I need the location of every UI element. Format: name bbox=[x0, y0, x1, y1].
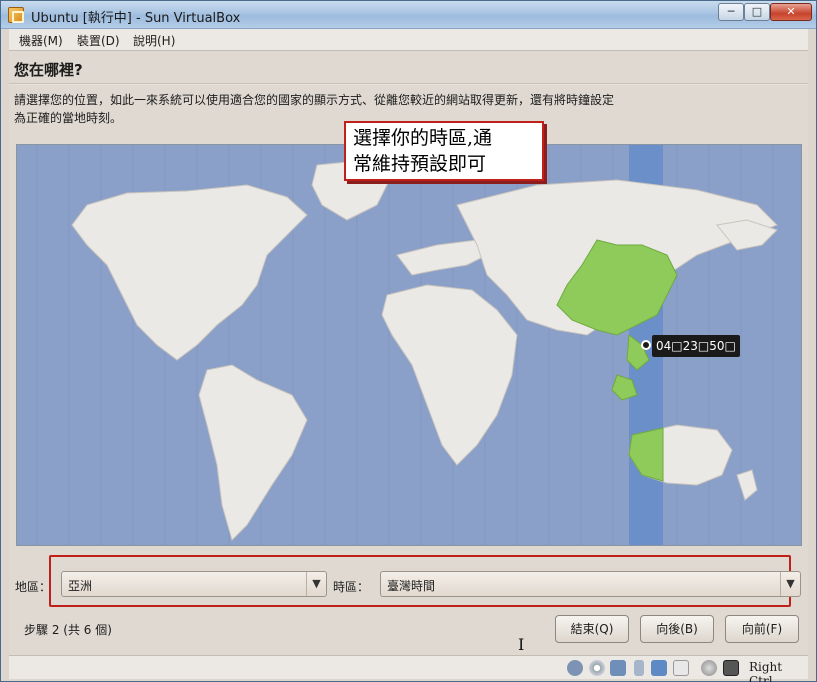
region-label: 地區： bbox=[15, 580, 52, 594]
forward-button[interactable]: 向前(F) bbox=[725, 615, 799, 643]
callout-line-1: 選擇你的時區,通 bbox=[353, 127, 493, 149]
window-title: Ubuntu [執行中] - Sun VirtualBox bbox=[31, 11, 241, 26]
cdrom-icon[interactable] bbox=[589, 660, 605, 676]
page-title: 您在哪裡? bbox=[14, 61, 83, 79]
usb-icon[interactable] bbox=[634, 660, 644, 676]
menu-devices[interactable]: 裝置(D) bbox=[77, 32, 120, 49]
display-icon[interactable] bbox=[673, 660, 689, 676]
minimize-button[interactable]: ─ bbox=[718, 3, 744, 21]
mouse-capture-icon[interactable] bbox=[701, 660, 717, 676]
timezone-value: 臺灣時間 bbox=[387, 579, 436, 593]
chevron-down-icon[interactable]: ▼ bbox=[780, 572, 800, 596]
virtualbox-window: Ubuntu [執行中] - Sun VirtualBox ─ □ ✕ 機器(M… bbox=[0, 0, 817, 682]
host-key-label: Right Ctrl bbox=[749, 660, 783, 682]
shared-folder-icon[interactable] bbox=[651, 660, 667, 676]
menu-help[interactable]: 說明(H) bbox=[133, 32, 175, 49]
timezone-label: 時區： bbox=[333, 580, 370, 594]
quit-button[interactable]: 結束(Q) bbox=[555, 615, 629, 643]
menu-bar: 機器(M) 裝置(D) 說明(H) bbox=[9, 29, 808, 51]
annotation-callout: 選擇你的時區,通 常維持預設即可 bbox=[344, 121, 544, 181]
text-cursor-icon: I bbox=[518, 635, 525, 654]
chevron-down-icon[interactable]: ▼ bbox=[306, 572, 326, 596]
harddisk-icon[interactable] bbox=[567, 660, 583, 676]
local-time-tooltip: 04□23□50□ bbox=[652, 335, 740, 357]
back-button[interactable]: 向後(B) bbox=[640, 615, 714, 643]
installer-page: 您在哪裡? 請選擇您的位置，如此一來系統可以使用適合您的國家的顯示方式、從離您較… bbox=[9, 51, 808, 655]
heading-divider bbox=[9, 83, 808, 85]
maximize-button[interactable]: □ bbox=[744, 3, 770, 21]
menu-machine[interactable]: 機器(M) bbox=[19, 32, 63, 49]
callout-line-2: 常維持預設即可 bbox=[353, 153, 487, 175]
close-button[interactable]: ✕ bbox=[770, 3, 812, 21]
network-icon[interactable] bbox=[610, 660, 626, 676]
virtualbox-icon bbox=[8, 7, 24, 23]
host-key-icon[interactable] bbox=[723, 660, 739, 676]
step-indicator: 步驟 2 (共 6 個) bbox=[24, 623, 112, 637]
region-select[interactable]: 亞洲 ▼ bbox=[61, 571, 327, 597]
title-bar[interactable]: Ubuntu [執行中] - Sun VirtualBox ─ □ ✕ bbox=[1, 1, 816, 29]
status-bar: Right Ctrl bbox=[9, 655, 808, 682]
region-value: 亞洲 bbox=[68, 579, 93, 593]
timezone-select[interactable]: 臺灣時間 ▼ bbox=[380, 571, 801, 597]
city-marker-icon[interactable] bbox=[641, 340, 651, 350]
